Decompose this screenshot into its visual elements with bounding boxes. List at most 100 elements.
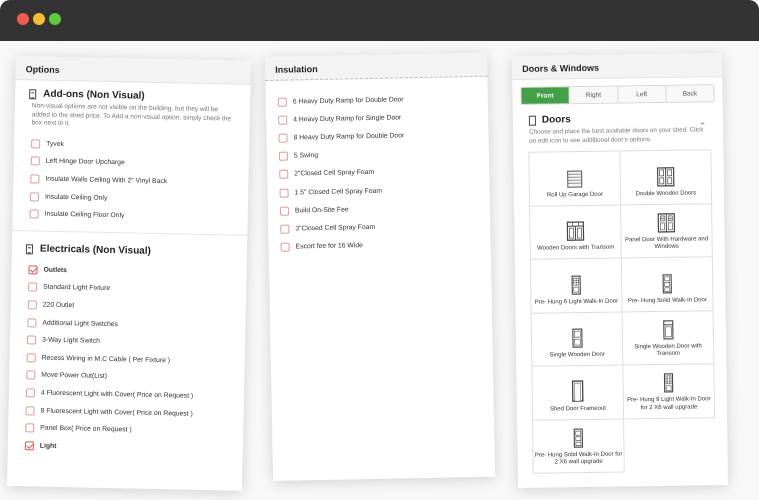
single-door-transom-icon [662, 320, 674, 340]
option-label: 2"Closed Cell Spray Foam [294, 169, 375, 178]
walk-in-door-icon [573, 428, 584, 448]
chevron-up-icon[interactable]: ⌃ [699, 121, 706, 130]
tab-right[interactable]: Right [569, 86, 619, 104]
option-label: Panel Box( Price on Request ) [40, 424, 132, 434]
checkbox[interactable] [25, 388, 36, 398]
insulation-list: 6 Heavy Duty Ramp for Double Door 4 Heav… [265, 77, 490, 257]
doors-panel-title: Doors & Windows [512, 53, 723, 80]
checkbox[interactable] [27, 317, 37, 328]
insulation-panel: Insulation 6 Heavy Duty Ramp for Double … [265, 52, 496, 481]
checkbox[interactable] [30, 156, 40, 166]
option-label: Tyvek [46, 140, 64, 148]
door-option-single-wooden-transom[interactable]: Single Wooden Door with Transom [622, 310, 715, 366]
option-label: 1.5" Closed Cell Spray Foam [294, 187, 383, 196]
addon-option[interactable]: Insulate Ceiling Floor Only [29, 205, 248, 227]
checkbox[interactable] [25, 423, 35, 433]
electricals-title-text: Electricals (Non Visual) [39, 244, 152, 258]
door-option-double-wooden[interactable]: Double Wooden Doors [620, 150, 713, 205]
option-label: 3-Way Light Switch [41, 336, 101, 345]
addons-title-text: Add-ons (Non Visual) [43, 88, 145, 102]
double-door-icon [656, 167, 675, 187]
grid-empty-cell [624, 417, 716, 473]
doors-grid: Roll Up Garage Door Double Wooden Doors [528, 149, 716, 474]
door-option-single-wooden[interactable]: Single Wooden Door [531, 311, 624, 367]
door-label: Roll Up Garage Door [546, 191, 604, 199]
checkbox[interactable] [280, 242, 290, 252]
door-option-frameout[interactable]: Shed Door Frameout [532, 365, 625, 421]
checkbox[interactable] [280, 224, 290, 234]
option-label: 8 Heavy Duty Ramp for Double Door [293, 132, 405, 142]
checkbox[interactable] [31, 139, 41, 149]
options-panel: Options Add-ons (Non Visual) Non-visual … [6, 56, 251, 491]
checkbox[interactable] [26, 353, 36, 363]
door-option-panel-door[interactable]: Panel Door With Hardware and Windows [621, 203, 713, 259]
window-titlebar [0, 0, 759, 41]
checkbox[interactable] [279, 206, 290, 216]
option-label: Standard Light Fixture [43, 283, 111, 293]
checkbox[interactable] [27, 300, 37, 310]
addons-list: Tyvek Left Hinge Door Upcharge Insulate … [13, 127, 250, 227]
door-icon [25, 244, 34, 255]
door-option-prehung-9-light-2x6[interactable]: Pre- Hung 9 Light Walk-In Door for 2 X6 … [623, 364, 716, 419]
minimize-window-button[interactable] [33, 13, 45, 25]
checkbox[interactable] [279, 169, 289, 180]
walk-in-door-icon [571, 275, 581, 295]
checkbox[interactable] [29, 209, 39, 219]
addons-description: Non-visual options are not visible on th… [31, 102, 232, 128]
tab-back[interactable]: Back [666, 85, 714, 102]
checkbox[interactable] [278, 151, 288, 161]
door-icon [528, 115, 536, 126]
close-window-button[interactable] [17, 13, 29, 25]
checkbox[interactable] [277, 97, 287, 107]
frameout-icon [571, 380, 584, 402]
option-label: 3"Closed Cell Spray Foam [295, 223, 376, 233]
option-label: 8 Fluorescent Light with Cover( Price on… [40, 407, 193, 418]
canvas: Options Add-ons (Non Visual) Non-visual … [0, 41, 759, 500]
option-label: 5 Swing [293, 152, 319, 160]
checkbox[interactable] [29, 191, 40, 202]
electricals-list: Outlets Standard Light Fixture 220 Outle… [8, 254, 247, 458]
checkbox[interactable] [278, 115, 288, 125]
doors-section-title: Doors ⌃ [513, 102, 723, 130]
option-label: 4 Fluorescent Light with Cover( Price on… [40, 389, 194, 400]
door-option-prehung-6-light[interactable]: Pre- Hung 6 Light Walk-In Door [530, 258, 623, 314]
checkbox[interactable] [25, 405, 35, 415]
doors-windows-panel: Doors & Windows Front Right Left Back Do… [512, 53, 729, 488]
checkbox-checked[interactable] [24, 440, 34, 451]
option-label: Recess Wiring in M.C Cable ( Per Fixture… [41, 354, 171, 365]
option-label: 6 Heavy Duty Ramp for Double Door [292, 95, 404, 106]
checkbox[interactable] [279, 188, 289, 198]
electricals-section-title: Electricals (Non Visual) [12, 231, 247, 259]
checkbox[interactable] [26, 335, 37, 345]
door-label: Shed Door Frameout [549, 405, 606, 413]
door-icon [29, 88, 37, 99]
door-label: Wooden Doors with Transom [537, 244, 615, 253]
door-label: Double Wooden Doors [635, 190, 697, 198]
tab-left[interactable]: Left [617, 85, 667, 103]
door-label: Single Wooden Door with Transom [634, 343, 702, 358]
option-label: Insulate Ceiling Only [44, 193, 108, 202]
door-label: Pre- Hung 9 Light Walk-In Door for 2 X6 … [627, 396, 711, 412]
checkbox[interactable] [28, 282, 38, 292]
door-label: Panel Door With Hardware and Windows [625, 236, 709, 251]
door-label: Pre- Hung Solid Walk-In Door for 2 X6 wa… [534, 451, 623, 466]
door-label: Single Wooden Door [549, 352, 605, 359]
electrical-option[interactable]: Light [24, 437, 243, 459]
option-label: 220 Outlet [42, 301, 75, 310]
option-label: Outlets [43, 266, 68, 274]
door-option-roll-up[interactable]: Roll Up Garage Door [529, 151, 622, 207]
checkbox[interactable] [30, 174, 40, 184]
tab-front[interactable]: Front [521, 87, 570, 104]
maximize-window-button[interactable] [49, 13, 61, 25]
checkbox[interactable] [26, 370, 36, 380]
insulation-option[interactable]: Escort fee for 16 Wide [280, 234, 490, 256]
door-option-prehung-solid[interactable]: Pre- Hung Solid Walk-In Door [621, 257, 714, 312]
checkbox[interactable] [278, 133, 288, 143]
door-option-wooden-transom[interactable]: Wooden Doors with Transom [530, 204, 622, 260]
panel-door-icon [657, 212, 676, 233]
door-label: Pre- Hung Solid Walk-In Door [627, 297, 707, 305]
door-option-prehung-solid-2x6[interactable]: Pre- Hung Solid Walk-In Door for 2 X6 wa… [533, 418, 625, 474]
option-label: Light [39, 442, 57, 450]
checkbox-checked[interactable] [28, 265, 38, 275]
option-label: Build On-Site Fee [294, 206, 349, 215]
